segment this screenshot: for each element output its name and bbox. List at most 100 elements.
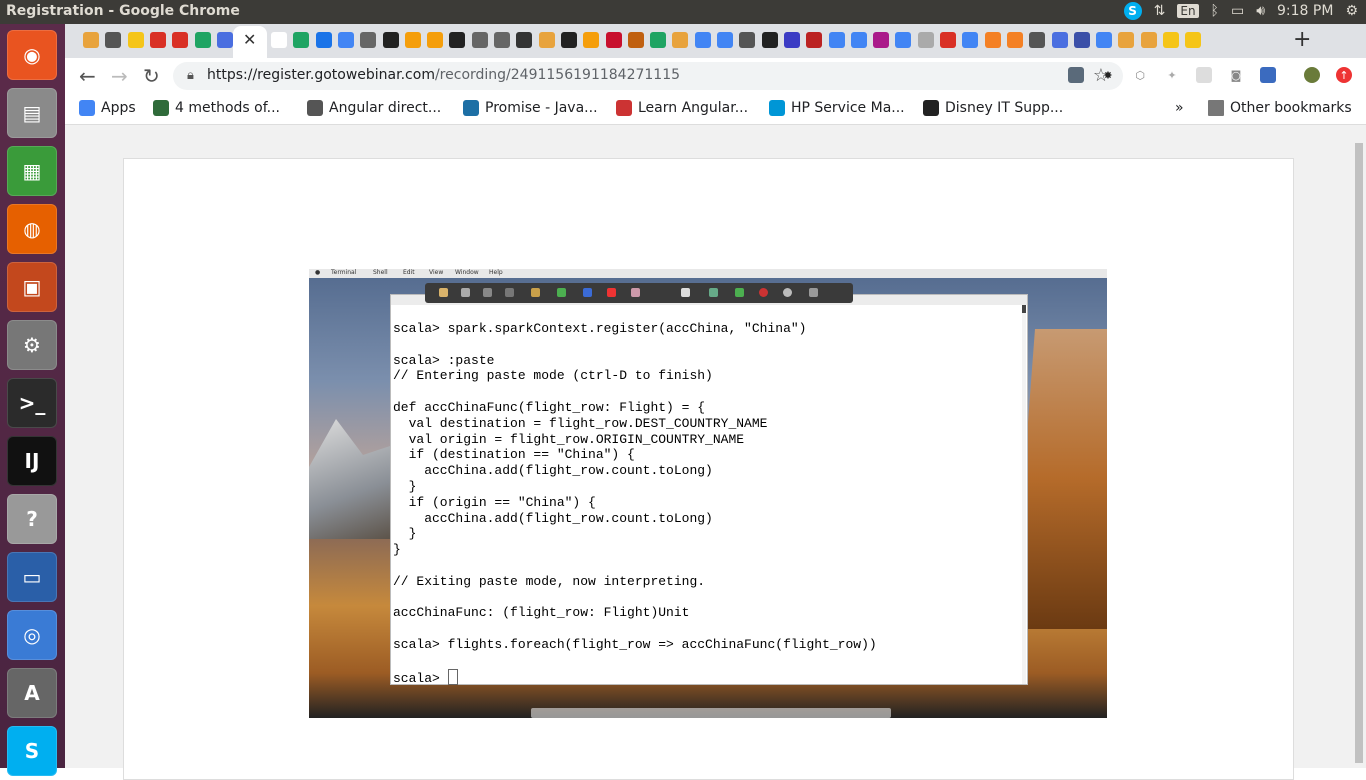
tab-favicon-icon[interactable] — [127, 32, 144, 48]
tab-favicon-icon[interactable] — [694, 32, 711, 48]
tab-favicon-icon[interactable] — [471, 32, 488, 48]
tab-favicon-icon[interactable] — [172, 32, 189, 48]
extension-window-icon[interactable] — [1260, 67, 1276, 83]
extension-puzzle-icon[interactable]: ✦ — [1164, 67, 1180, 83]
tab-favicon-icon[interactable] — [404, 32, 421, 48]
page-scrollbar[interactable] — [1352, 125, 1366, 768]
tab-favicon-icon[interactable] — [516, 32, 533, 48]
recording-video[interactable]: ● Terminal Shell Edit View Window Help scala>… — [309, 269, 1107, 718]
extension-icon[interactable] — [1068, 67, 1084, 83]
profile-avatar[interactable] — [1304, 67, 1320, 83]
update-icon[interactable]: ↑ — [1336, 67, 1352, 83]
volume-icon[interactable]: 🔊︎ — [1256, 3, 1265, 19]
bookmark-disney-it[interactable]: Disney IT Supp... — [923, 100, 1063, 116]
tab-favicon-icon[interactable] — [427, 32, 444, 48]
terminal-scroll-thumb[interactable] — [1022, 305, 1026, 313]
tab-favicon-icon[interactable] — [627, 32, 644, 48]
tab-favicon-icon[interactable] — [761, 32, 778, 48]
extension-hex-icon[interactable]: ⬡ — [1132, 67, 1148, 83]
tab-favicon-icon[interactable] — [449, 32, 466, 48]
battery-icon[interactable]: ▭ — [1231, 3, 1244, 19]
writer-icon[interactable]: ▭ — [7, 552, 57, 602]
camera-icon[interactable]: ◙ — [1228, 67, 1244, 83]
ubuntu-dash-icon[interactable]: ◉ — [7, 30, 57, 80]
tab-favicon-icon[interactable] — [806, 32, 823, 48]
tab-favicon-icon[interactable] — [293, 32, 310, 48]
url-text[interactable]: https://register.gotowebinar.com/recordi… — [207, 67, 680, 83]
network-transfer-icon[interactable]: ⇅ — [1154, 3, 1166, 19]
tab-favicon-icon[interactable] — [873, 32, 890, 48]
page-scroll-thumb[interactable] — [1355, 143, 1363, 763]
back-arrow-icon[interactable]: ← — [79, 64, 96, 88]
intellij-icon[interactable]: IJ — [7, 436, 57, 486]
extension-grid-icon[interactable] — [1196, 67, 1212, 83]
chrome-icon[interactable]: ◎ — [7, 610, 57, 660]
power-gear-icon[interactable]: ⚙ — [1345, 3, 1358, 19]
tab-favicon-icon[interactable] — [337, 32, 354, 48]
tab-favicon-icon[interactable] — [1185, 32, 1202, 48]
tab-favicon-icon[interactable] — [1140, 32, 1157, 48]
help-icon[interactable]: ? — [7, 494, 57, 544]
tab-favicon-icon[interactable] — [583, 32, 600, 48]
spreadsheet-icon[interactable]: ▦ — [7, 146, 57, 196]
tab-favicon-icon[interactable] — [739, 32, 756, 48]
new-tab-button[interactable]: + — [1293, 27, 1311, 52]
tab-favicon-icon[interactable] — [650, 32, 667, 48]
tab-favicon-icon[interactable] — [1096, 32, 1113, 48]
other-bookmarks[interactable]: Other bookmarks — [1208, 100, 1352, 116]
bookmark-angular-directives[interactable]: Angular direct... — [307, 100, 441, 116]
tab-favicon-icon[interactable] — [494, 32, 510, 48]
terminal-window[interactable]: scala> spark.sparkContext.register(accCh… — [390, 294, 1028, 686]
settings-icon[interactable]: ⚙ — [7, 320, 57, 370]
bookmark-promise[interactable]: Promise - Java... — [463, 100, 598, 116]
bookmark-hp-service[interactable]: HP Service Ma... — [769, 100, 905, 116]
address-bar[interactable]: 🔒︎ https://register.gotowebinar.com/reco… — [173, 62, 1123, 90]
bookmark-learn-angular[interactable]: Learn Angular... — [616, 100, 748, 116]
tab-favicon-icon[interactable] — [271, 32, 287, 48]
tab-favicon-icon[interactable] — [83, 32, 99, 48]
tab-favicon-icon[interactable] — [538, 32, 555, 48]
close-icon[interactable]: ✕ — [243, 30, 256, 49]
firefox-icon[interactable]: ◍ — [7, 204, 57, 254]
skype-tray-icon[interactable]: S — [1123, 2, 1142, 20]
tab-favicon-icon[interactable] — [1073, 32, 1090, 48]
clock[interactable]: 9:18 PM — [1277, 3, 1333, 19]
tab-favicon-icon[interactable] — [984, 32, 1001, 48]
files-icon[interactable]: ▤ — [7, 88, 57, 138]
software-updater-icon[interactable]: A — [7, 668, 57, 718]
tab-favicon-icon[interactable] — [1006, 32, 1023, 48]
bookmark-apps[interactable]: Apps — [79, 100, 136, 116]
tab-favicon-icon[interactable] — [1118, 32, 1135, 48]
presentation-icon[interactable]: ▣ — [7, 262, 57, 312]
tab-favicon-icon[interactable] — [783, 32, 800, 48]
lock-icon[interactable]: 🔒︎ — [187, 68, 194, 83]
tab-favicon-icon[interactable] — [315, 32, 332, 48]
tab-favicon-icon[interactable] — [717, 32, 733, 48]
tab-favicon-icon[interactable] — [940, 32, 956, 48]
tab-favicon-icon[interactable] — [149, 32, 166, 48]
reload-icon[interactable]: ↻ — [143, 64, 160, 88]
tab-favicon-icon[interactable] — [360, 32, 377, 48]
tab-favicon-icon[interactable] — [895, 32, 912, 48]
bookmarks-overflow-button[interactable]: » — [1175, 100, 1184, 116]
tab-favicon-icon[interactable] — [1029, 32, 1046, 48]
tab-favicon-icon[interactable] — [1163, 32, 1179, 48]
tab-favicon-icon[interactable] — [672, 32, 689, 48]
forward-arrow-icon[interactable]: → — [111, 64, 128, 88]
terminal-scrollbar[interactable] — [1022, 305, 1026, 684]
tab-favicon-icon[interactable] — [560, 32, 577, 48]
keyboard-layout-indicator[interactable]: En — [1177, 4, 1199, 18]
tab-favicon-icon[interactable] — [605, 32, 622, 48]
tab-favicon-icon[interactable] — [828, 32, 845, 48]
annotation-toolbar[interactable] — [425, 283, 853, 303]
tab-favicon-icon[interactable] — [850, 32, 867, 48]
tab-favicon-icon[interactable] — [194, 32, 211, 48]
tab-favicon-icon[interactable] — [917, 32, 934, 48]
terminal-output[interactable]: scala> spark.sparkContext.register(accCh… — [393, 321, 877, 686]
skype-launcher-icon[interactable]: S — [7, 726, 57, 776]
tab-favicon-icon[interactable] — [1051, 32, 1068, 48]
terminal-icon[interactable]: >_ — [7, 378, 57, 428]
tab-favicon-icon[interactable] — [382, 32, 399, 48]
extension-paw-icon[interactable]: ✸ — [1100, 67, 1116, 83]
tab-favicon-icon[interactable] — [216, 32, 233, 48]
